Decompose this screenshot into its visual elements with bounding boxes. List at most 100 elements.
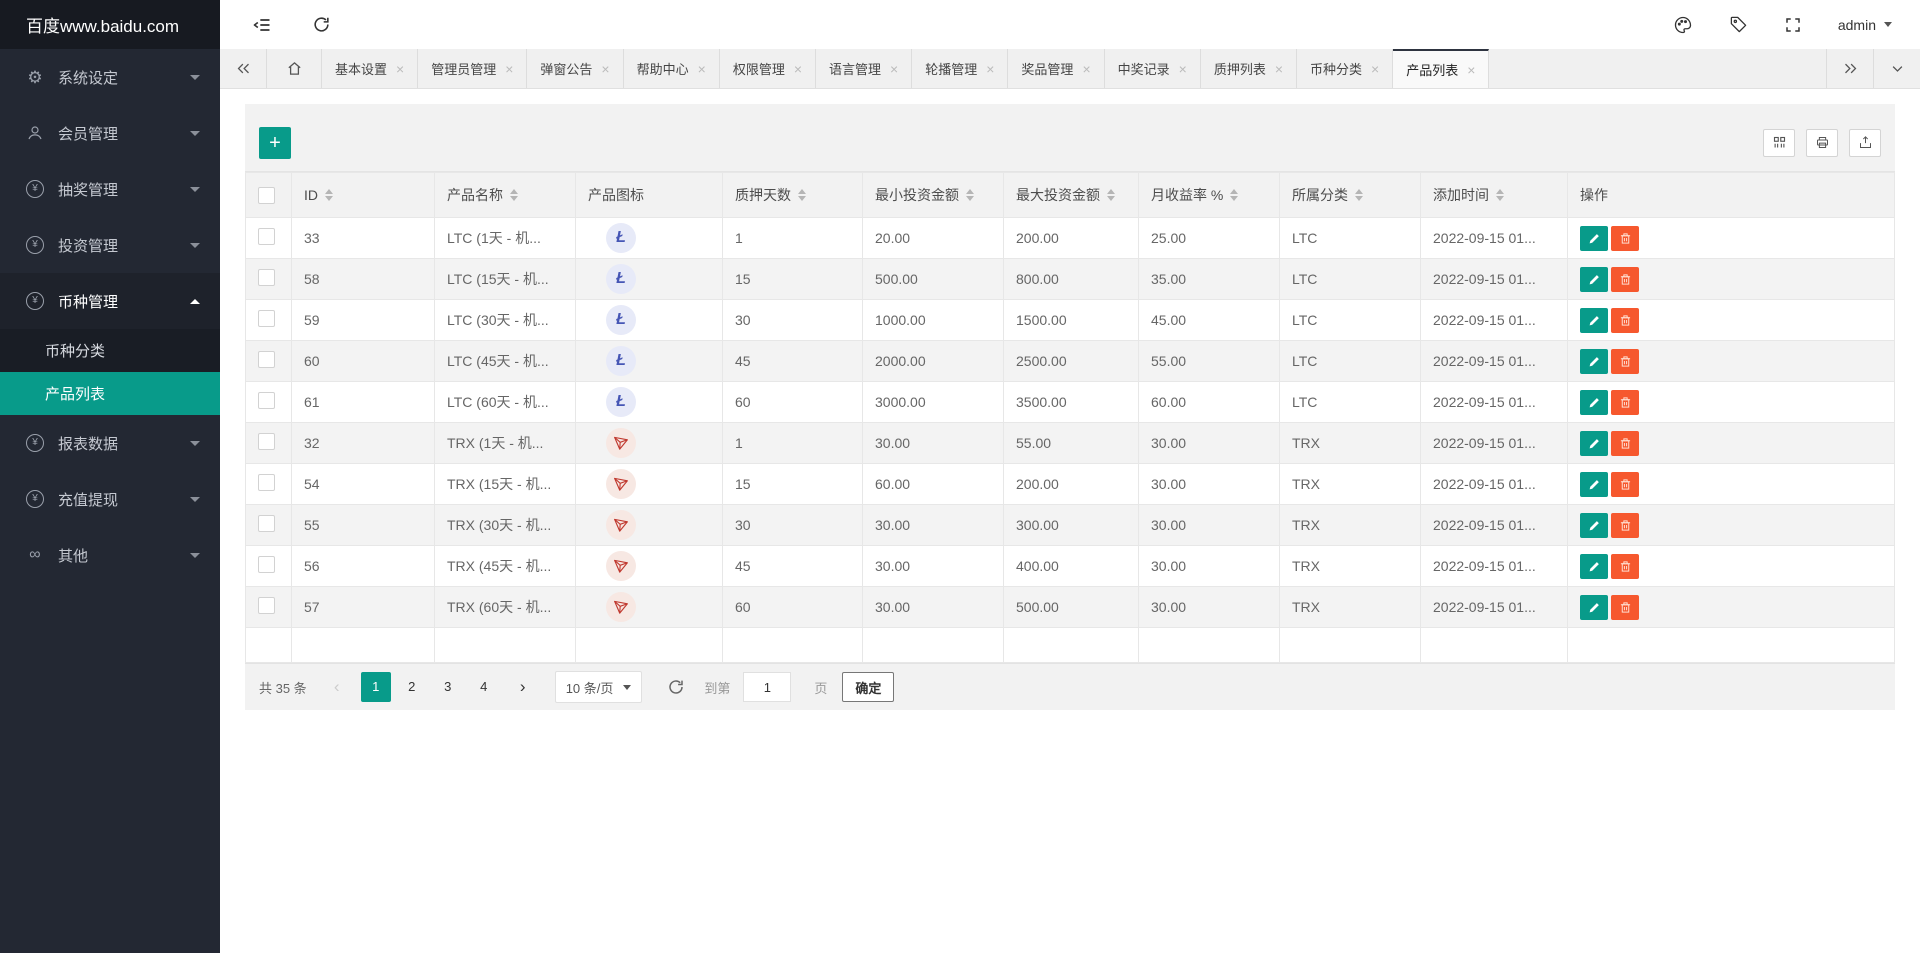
- close-icon[interactable]: ×: [1082, 62, 1090, 76]
- edit-button[interactable]: [1580, 553, 1608, 579]
- edit-button[interactable]: [1580, 471, 1608, 497]
- table-refresh-icon[interactable]: [667, 678, 685, 696]
- close-icon[interactable]: ×: [1179, 62, 1187, 76]
- tabs-menu-icon[interactable]: [1873, 49, 1920, 88]
- close-icon[interactable]: ×: [1467, 63, 1475, 77]
- delete-button[interactable]: [1611, 594, 1639, 620]
- printer-icon[interactable]: [1806, 128, 1838, 157]
- sort-icon[interactable]: [1496, 189, 1504, 201]
- edit-button[interactable]: [1580, 307, 1608, 333]
- close-icon[interactable]: ×: [601, 62, 609, 76]
- close-icon[interactable]: ×: [1275, 62, 1283, 76]
- delete-button[interactable]: [1611, 307, 1639, 333]
- export-icon[interactable]: [1849, 128, 1881, 157]
- tab-coin-category[interactable]: 币种分类 ×: [1297, 49, 1394, 88]
- chevron-down-icon: [190, 186, 200, 192]
- delete-button[interactable]: [1611, 471, 1639, 497]
- tabs-scroll-left-icon[interactable]: [220, 49, 267, 88]
- sort-icon[interactable]: [325, 189, 333, 201]
- sidebar-item-report-data[interactable]: ¥ 报表数据: [0, 415, 220, 471]
- delete-button[interactable]: [1611, 553, 1639, 579]
- row-checkbox[interactable]: [258, 597, 275, 614]
- close-icon[interactable]: ×: [698, 62, 706, 76]
- tab-permission-management[interactable]: 权限管理 ×: [720, 49, 817, 88]
- row-checkbox[interactable]: [258, 433, 275, 450]
- delete-button[interactable]: [1611, 430, 1639, 456]
- close-icon[interactable]: ×: [986, 62, 994, 76]
- sort-icon[interactable]: [798, 189, 806, 201]
- sidebar-item-coin-management[interactable]: ¥ 币种管理: [0, 273, 220, 329]
- sidebar-item-recharge-withdraw[interactable]: ¥ 充值提现: [0, 471, 220, 527]
- edit-button[interactable]: [1580, 430, 1608, 456]
- edit-button[interactable]: [1580, 389, 1608, 415]
- goto-page-input[interactable]: [743, 672, 792, 702]
- tab-popup-announcement[interactable]: 弹窗公告 ×: [527, 49, 624, 88]
- row-checkbox[interactable]: [258, 474, 275, 491]
- refresh-icon[interactable]: [312, 15, 331, 34]
- theme-palette-icon[interactable]: [1673, 15, 1693, 35]
- delete-button[interactable]: [1611, 225, 1639, 251]
- tab-winning-records[interactable]: 中奖记录 ×: [1105, 49, 1201, 88]
- tabs-scroll-right-icon[interactable]: [1826, 49, 1873, 88]
- delete-button[interactable]: [1611, 348, 1639, 374]
- sort-icon[interactable]: [1107, 189, 1115, 201]
- select-all-checkbox[interactable]: [258, 186, 275, 204]
- edit-button[interactable]: [1580, 266, 1608, 292]
- fullscreen-icon[interactable]: [1784, 16, 1802, 34]
- sort-icon[interactable]: [1230, 189, 1239, 201]
- page-button-1[interactable]: 1: [360, 672, 391, 702]
- sidebar-item-coin-category[interactable]: 币种分类: [0, 329, 220, 372]
- collapse-sidebar-icon[interactable]: [252, 15, 272, 35]
- row-checkbox[interactable]: [258, 392, 275, 409]
- row-checkbox[interactable]: [258, 556, 275, 573]
- tab-help-center[interactable]: 帮助中心 ×: [624, 49, 720, 88]
- edit-button[interactable]: [1580, 512, 1608, 538]
- sidebar-item-system-settings[interactable]: ⚙ 系统设定: [0, 49, 220, 105]
- page-button-4[interactable]: 4: [469, 672, 499, 702]
- tag-icon[interactable]: [1729, 15, 1748, 34]
- sort-icon[interactable]: [1355, 189, 1363, 201]
- tab-carousel-management[interactable]: 轮播管理 ×: [912, 49, 1009, 88]
- tab-prize-management[interactable]: 奖品管理 ×: [1008, 49, 1105, 88]
- prev-page-button[interactable]: ‹: [322, 672, 352, 702]
- row-checkbox[interactable]: [258, 351, 275, 368]
- edit-button[interactable]: [1580, 225, 1608, 251]
- tab-product-list[interactable]: 产品列表 ×: [1393, 49, 1490, 88]
- cell-id: 56: [291, 545, 435, 587]
- sort-icon[interactable]: [510, 189, 518, 201]
- row-checkbox[interactable]: [258, 228, 275, 245]
- user-menu[interactable]: admin: [1838, 17, 1892, 33]
- tab-admin-management[interactable]: 管理员管理 ×: [418, 49, 528, 88]
- sidebar-item-product-list[interactable]: 产品列表: [0, 372, 220, 415]
- edit-button[interactable]: [1580, 348, 1608, 374]
- add-button[interactable]: +: [259, 126, 291, 159]
- edit-button[interactable]: [1580, 594, 1608, 620]
- delete-button[interactable]: [1611, 389, 1639, 415]
- row-checkbox[interactable]: [258, 515, 275, 532]
- page-button-2[interactable]: 2: [397, 672, 427, 702]
- tab-language-management[interactable]: 语言管理 ×: [816, 49, 913, 88]
- page-button-3[interactable]: 3: [433, 672, 463, 702]
- delete-button[interactable]: [1611, 512, 1639, 538]
- sidebar-item-lottery-management[interactable]: ¥ 抽奖管理: [0, 161, 220, 217]
- close-icon[interactable]: ×: [794, 62, 802, 76]
- delete-button[interactable]: [1611, 266, 1639, 292]
- confirm-page-button[interactable]: 确定: [842, 672, 895, 702]
- sidebar-item-member-management[interactable]: 会员管理: [0, 105, 220, 161]
- sort-icon[interactable]: [966, 189, 974, 201]
- tab-pledge-list[interactable]: 质押列表 ×: [1201, 49, 1298, 88]
- sidebar-item-other[interactable]: ∞ 其他: [0, 527, 220, 583]
- close-icon[interactable]: ×: [505, 62, 513, 76]
- close-icon[interactable]: ×: [1371, 62, 1379, 76]
- row-checkbox[interactable]: [258, 310, 275, 327]
- home-tab-icon[interactable]: [267, 49, 322, 88]
- close-icon[interactable]: ×: [890, 62, 898, 76]
- page-size-select[interactable]: 10 条/页: [554, 671, 643, 703]
- close-icon[interactable]: ×: [396, 62, 404, 76]
- row-checkbox[interactable]: [258, 269, 275, 286]
- next-page-button[interactable]: ›: [508, 672, 538, 702]
- columns-icon[interactable]: [1763, 128, 1795, 157]
- tab-basic-settings[interactable]: 基本设置 ×: [322, 49, 419, 88]
- product-table: ID 产品名称 产品图标 质押天数 最小投资金额 最大投资金额 月收益率 % 所属分类 添加时间…: [245, 172, 1895, 663]
- sidebar-item-investment-management[interactable]: ¥ 投资管理: [0, 217, 220, 273]
